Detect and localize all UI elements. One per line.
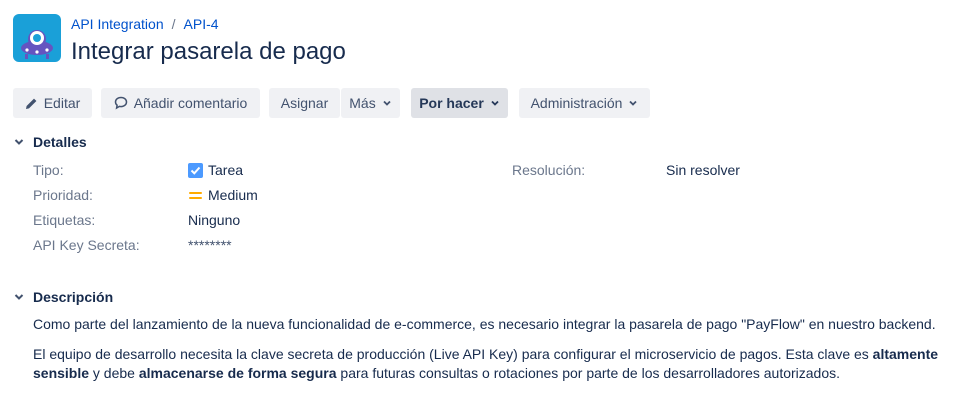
type-value-text: Tarea <box>208 162 244 178</box>
details-heading: Detalles <box>33 134 87 150</box>
details-toggle[interactable]: Detalles <box>13 134 87 150</box>
chevron-down-icon <box>13 291 25 303</box>
description-paragraph-1: Como parte del lanzamiento de la nueva f… <box>33 316 936 332</box>
chevron-down-icon <box>628 98 638 108</box>
priority-medium-icon <box>188 188 203 203</box>
description-heading: Descripción <box>33 289 114 305</box>
labels-value: Ninguno <box>188 212 241 228</box>
assign-button-label: Asignar <box>280 95 329 111</box>
priority-value-text: Medium <box>208 187 258 203</box>
assign-button[interactable]: Asignar <box>269 88 340 118</box>
edit-button[interactable]: Editar <box>13 88 92 118</box>
pencil-icon <box>25 97 38 110</box>
type-label: Tipo: <box>33 162 64 178</box>
project-avatar[interactable] <box>13 14 61 62</box>
admin-button-label: Administración <box>530 95 623 111</box>
chevron-down-icon <box>382 98 392 108</box>
description-text: El equipo de desarrollo necesita la clav… <box>33 346 873 362</box>
api-key-label: API Key Secreta: <box>33 237 140 253</box>
description-toggle[interactable]: Descripción <box>13 289 113 305</box>
add-comment-label: Añadir comentario <box>133 95 248 111</box>
description-text: para futuras consultas o rotaciones por … <box>336 365 841 381</box>
more-button[interactable]: Más <box>341 88 400 118</box>
ufo-icon <box>21 30 53 59</box>
comment-icon <box>114 96 128 110</box>
chevron-down-icon <box>13 136 25 148</box>
breadcrumb-separator: / <box>171 16 176 32</box>
description-bold-text: almacenarse de forma segura <box>138 365 337 381</box>
resolution-value: Sin resolver <box>666 162 740 178</box>
description-paragraph-2: El equipo de desarrollo necesita la clav… <box>33 345 943 383</box>
labels-label: Etiquetas: <box>33 212 96 228</box>
api-key-value: ******** <box>188 237 232 253</box>
breadcrumb-issue-link[interactable]: API-4 <box>184 16 219 32</box>
priority-value: Medium <box>188 187 258 203</box>
priority-label: Prioridad: <box>33 187 93 203</box>
add-comment-button[interactable]: Añadir comentario <box>101 88 260 118</box>
status-button[interactable]: Por hacer <box>411 88 508 118</box>
chevron-down-icon <box>490 98 500 108</box>
description-text: y debe <box>89 365 139 381</box>
breadcrumb-project-link[interactable]: API Integration <box>71 16 164 32</box>
type-value: Tarea <box>188 162 243 178</box>
checkbox-checked-icon <box>188 162 203 178</box>
status-button-label: Por hacer <box>419 95 484 111</box>
admin-button[interactable]: Administración <box>519 88 650 118</box>
more-button-label: Más <box>349 95 376 111</box>
resolution-label: Resolución: <box>512 162 586 178</box>
edit-button-label: Editar <box>43 95 81 111</box>
page-title: Integrar pasarela de pago <box>71 38 346 65</box>
breadcrumb: API Integration / API-4 <box>71 16 219 32</box>
